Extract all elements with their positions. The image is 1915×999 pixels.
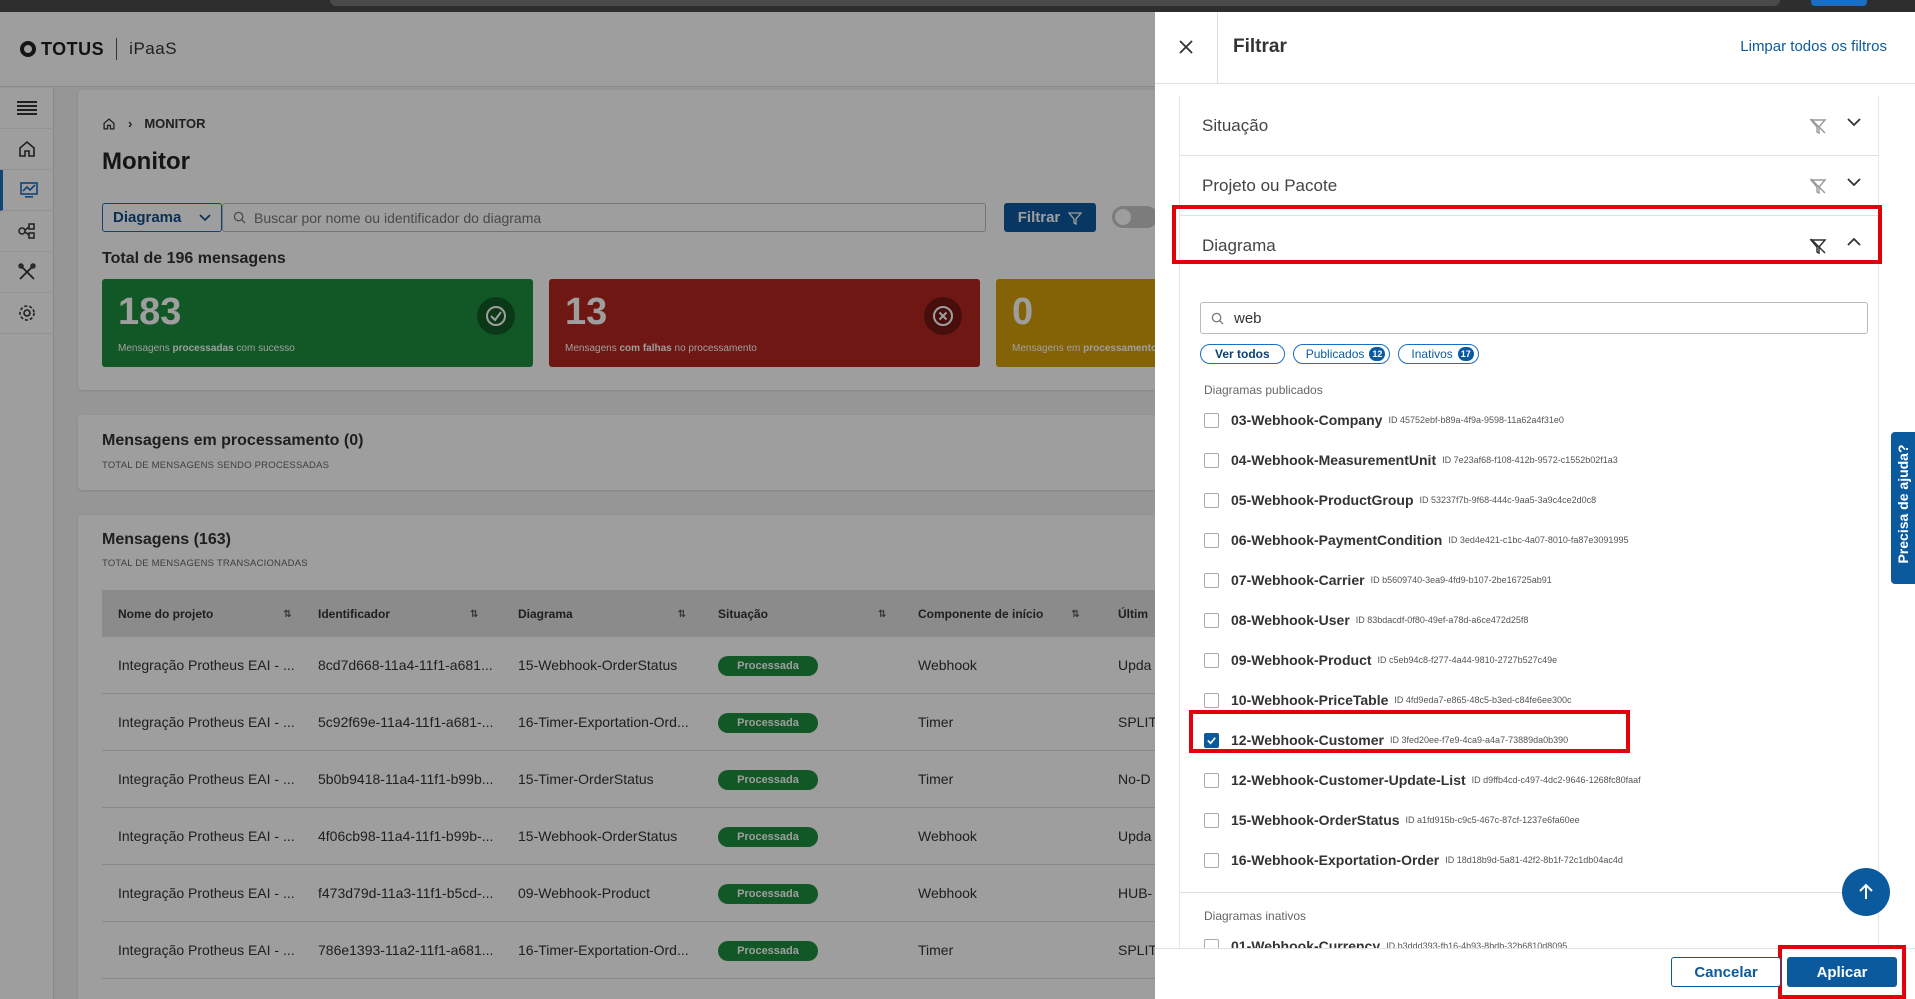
diagram-option[interactable]: 01-Webhook-Currency ID b3ddd393-fb16-4b93… bbox=[1204, 926, 1567, 948]
filter-panel: Filtrar Limpar todos os filtros Situação… bbox=[1155, 12, 1915, 999]
diagram-option[interactable]: 15-Webhook-OrderStatus ID a1fd915b-c9c5-4… bbox=[1204, 800, 1580, 840]
diagram-option[interactable]: 04-Webhook-MeasurementUnit ID 7e23af68-f1… bbox=[1204, 440, 1618, 480]
diagram-search-input[interactable]: web bbox=[1200, 302, 1868, 334]
chevron-down-icon bbox=[1847, 178, 1861, 187]
filter-off-icon[interactable] bbox=[1808, 116, 1828, 136]
accordion-label: Situação bbox=[1202, 116, 1269, 135]
checkbox[interactable] bbox=[1204, 772, 1219, 788]
scroll-top-button[interactable] bbox=[1842, 868, 1890, 916]
diagram-option[interactable]: 16-Webhook-Exportation-Order ID 18d18b9d-… bbox=[1204, 840, 1623, 880]
chip-count: 17 bbox=[1457, 347, 1474, 361]
filter-off-icon[interactable] bbox=[1808, 176, 1828, 196]
checkbox[interactable] bbox=[1204, 852, 1219, 868]
checkbox[interactable] bbox=[1204, 938, 1219, 948]
diagram-option[interactable]: 06-Webhook-PaymentCondition ID 3ed4e421-c… bbox=[1204, 520, 1628, 560]
checkbox[interactable] bbox=[1204, 412, 1219, 428]
cancel-button[interactable]: Cancelar bbox=[1671, 957, 1781, 987]
screen: TOTUS iPaaS › MONITOR Monitor Diagrama B… bbox=[0, 0, 1915, 999]
arrow-up-icon bbox=[1859, 883, 1873, 899]
help-tab[interactable]: Precisa de ajuda? bbox=[1891, 432, 1915, 584]
modal-backdrop[interactable] bbox=[0, 12, 1155, 999]
filter-panel-header: Filtrar Limpar todos os filtros bbox=[1155, 12, 1915, 84]
diagram-search-value: web bbox=[1234, 309, 1262, 327]
checkbox[interactable] bbox=[1204, 652, 1219, 668]
diagram-filter-chips: Ver todos Publicados 12 Inativos 17 bbox=[1200, 344, 1479, 364]
close-button[interactable] bbox=[1171, 32, 1201, 62]
chip-inativos[interactable]: Inativos 17 bbox=[1398, 344, 1479, 364]
diagram-option[interactable]: 03-Webhook-Company ID 45752ebf-b89a-4f9a-… bbox=[1204, 400, 1564, 440]
apply-button[interactable]: Aplicar bbox=[1787, 957, 1897, 987]
chip-ver-todos[interactable]: Ver todos bbox=[1200, 344, 1285, 364]
highlight-box-diagrama bbox=[1172, 205, 1882, 264]
accordion-label: Projeto ou Pacote bbox=[1202, 176, 1338, 195]
diagram-option[interactable]: 07-Webhook-Carrier ID b5609740-3ea9-4fd9-… bbox=[1204, 560, 1552, 600]
browser-top-strip bbox=[0, 0, 1915, 12]
accordion-situacao[interactable]: Situação bbox=[1180, 96, 1878, 156]
chip-count: 12 bbox=[1369, 347, 1386, 361]
diagram-option[interactable]: 05-Webhook-ProductGroup ID 53237f7b-9f68-… bbox=[1204, 480, 1596, 520]
checkbox[interactable] bbox=[1204, 492, 1219, 508]
diagram-option[interactable]: 08-Webhook-User ID 83bdacdf-0f80-49ef-a78… bbox=[1204, 600, 1528, 640]
chip-publicados[interactable]: Publicados 12 bbox=[1292, 344, 1391, 364]
highlight-box-selected-option bbox=[1189, 710, 1630, 753]
checkbox[interactable] bbox=[1204, 532, 1219, 548]
diagram-option[interactable]: 12-Webhook-Customer-Update-List ID d9ffb4… bbox=[1204, 760, 1641, 800]
checkbox[interactable] bbox=[1204, 812, 1219, 828]
checkbox[interactable] bbox=[1204, 612, 1219, 628]
group-label-inactive: Diagramas inativos bbox=[1204, 909, 1307, 923]
checkbox[interactable] bbox=[1204, 452, 1219, 468]
search-icon bbox=[1211, 312, 1224, 325]
diagram-option[interactable]: 09-Webhook-Product ID c5eb94c8-f277-4a44-… bbox=[1204, 640, 1557, 680]
checkbox[interactable] bbox=[1204, 692, 1219, 708]
help-label: Precisa de ajuda? bbox=[1895, 444, 1911, 564]
group-label-published: Diagramas publicados bbox=[1204, 383, 1323, 397]
chevron-down-icon bbox=[1847, 118, 1861, 127]
checkbox[interactable] bbox=[1204, 572, 1219, 588]
filter-panel-title: Filtrar bbox=[1233, 36, 1287, 57]
clear-all-filters-link[interactable]: Limpar todos os filtros bbox=[1740, 38, 1887, 55]
close-icon bbox=[1179, 40, 1193, 54]
